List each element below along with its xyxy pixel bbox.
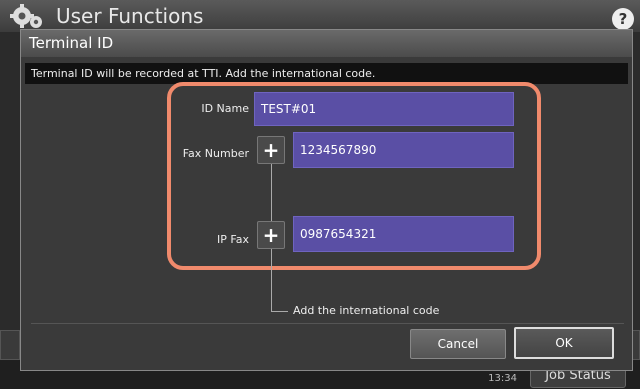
time-text: 13:34: [488, 373, 517, 384]
plus-icon: +: [262, 223, 280, 247]
ok-button[interactable]: OK: [514, 327, 614, 359]
fax-number-field[interactable]: 1234567890: [293, 132, 514, 168]
international-code-hint: Add the international code: [293, 304, 440, 317]
dialog-divider: [31, 323, 624, 324]
app-title: User Functions: [56, 4, 204, 28]
dialog-message: Terminal ID will be recorded at TTI. Add…: [25, 63, 628, 84]
left-panel-tab[interactable]: [0, 330, 20, 360]
ip-fax-label: IP Fax: [217, 233, 249, 246]
plus-icon: +: [262, 138, 280, 162]
fax-number-label: Fax Number: [182, 147, 249, 160]
terminal-id-dialog: Terminal ID Terminal ID will be recorded…: [20, 29, 633, 371]
id-name-label: ID Name: [201, 102, 249, 115]
connector-line: [271, 164, 272, 221]
id-name-field[interactable]: TEST#01: [254, 92, 514, 126]
fax-number-value: 1234567890: [300, 143, 377, 157]
ip-fax-value: 0987654321: [300, 227, 377, 241]
help-icon[interactable]: ?: [612, 8, 634, 30]
connector-line: [271, 311, 288, 312]
cancel-button[interactable]: Cancel: [410, 329, 506, 359]
dialog-title: Terminal ID: [21, 30, 632, 57]
id-name-value: TEST#01: [261, 102, 317, 116]
ip-fax-plus-button[interactable]: +: [257, 221, 285, 249]
fax-number-plus-button[interactable]: +: [257, 136, 285, 164]
ip-fax-field[interactable]: 0987654321: [293, 216, 514, 252]
connector-line: [271, 249, 272, 311]
gear-icon: [10, 4, 42, 28]
